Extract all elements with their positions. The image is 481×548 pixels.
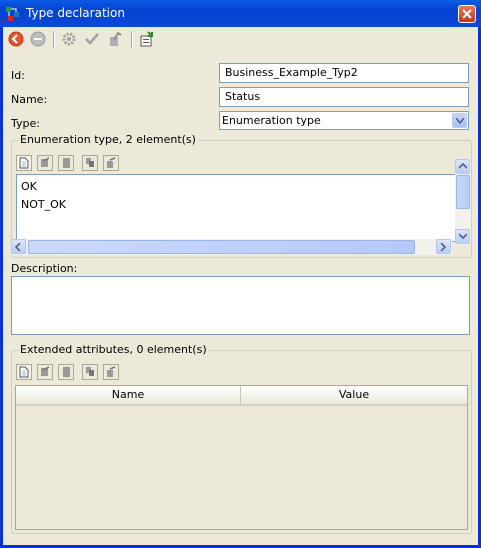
dialog-window: Type declaration Id: Business_Example_Ty… (0, 0, 481, 548)
stop-icon (30, 31, 46, 47)
description-label: Description: (11, 262, 78, 275)
copy-icon (86, 158, 94, 167)
toolbar (3, 27, 478, 53)
toolbar-separator (131, 31, 133, 48)
new-document-icon (19, 366, 29, 378)
type-select-value: Enumeration type (222, 114, 321, 127)
apply-icon (110, 31, 122, 46)
enumeration-horizontal-scrollbar[interactable] (11, 239, 452, 255)
copy-icon (86, 367, 94, 376)
enumeration-group-title: Enumeration type, 2 element(s) (18, 133, 198, 146)
window-title: Type declaration (26, 6, 125, 20)
attr-delete-button[interactable] (58, 364, 74, 380)
name-field[interactable]: Status (219, 87, 469, 107)
enumeration-list[interactable]: OK NOT_OK (16, 174, 467, 242)
attributes-table-header: Name Value (16, 386, 467, 406)
list-item[interactable]: NOT_OK (21, 198, 66, 211)
title-bar[interactable]: Type declaration (0, 0, 481, 27)
enum-copy-button[interactable] (82, 155, 98, 171)
check-icon (85, 33, 99, 45)
scroll-up-button[interactable] (455, 159, 470, 174)
attr-edit-button[interactable] (37, 364, 53, 380)
settings-button[interactable] (59, 29, 79, 49)
scroll-down-button[interactable] (455, 229, 470, 244)
scroll-thumb[interactable] (28, 240, 415, 254)
enum-move-button[interactable] (103, 155, 119, 171)
extended-attributes-toolbar (16, 364, 136, 380)
new-document-icon (19, 157, 29, 169)
chevron-down-icon[interactable] (452, 113, 467, 128)
delete-icon (63, 367, 70, 377)
id-field[interactable]: Business_Example_Typ2 (219, 63, 469, 83)
edit-icon (41, 157, 50, 167)
enumeration-toolbar (16, 155, 136, 171)
name-label: Name: (11, 93, 48, 106)
scroll-thumb[interactable] (456, 175, 470, 209)
attributes-table[interactable]: Name Value (15, 385, 468, 530)
export-button[interactable] (137, 29, 157, 49)
delete-icon (63, 158, 70, 168)
column-header-name[interactable]: Name (16, 386, 241, 404)
list-item[interactable]: OK (21, 180, 37, 193)
move-icon (107, 157, 116, 168)
attr-new-button[interactable] (16, 364, 32, 380)
chevron-left-icon (15, 243, 21, 251)
id-label: Id: (11, 69, 25, 82)
close-icon (462, 9, 472, 19)
scroll-left-button[interactable] (11, 239, 26, 254)
export-icon (140, 31, 153, 47)
attr-copy-button[interactable] (82, 364, 98, 380)
column-header-value[interactable]: Value (241, 386, 467, 404)
app-icon (5, 6, 21, 22)
back-icon (8, 31, 24, 47)
back-button[interactable] (6, 29, 26, 49)
extended-attributes-title: Extended attributes, 0 element(s) (18, 343, 209, 356)
chevron-up-icon (459, 163, 467, 169)
enum-delete-button[interactable] (58, 155, 74, 171)
extended-attributes-group: Extended attributes, 0 element(s) Name V… (11, 343, 472, 534)
enum-edit-button[interactable] (37, 155, 53, 171)
type-select[interactable]: Enumeration type (219, 111, 469, 130)
chevron-right-icon (440, 243, 446, 251)
settings-icon (62, 32, 76, 46)
chevron-down-icon (459, 233, 467, 239)
check-button[interactable] (82, 29, 102, 49)
edit-icon (41, 366, 50, 376)
scroll-right-button[interactable] (436, 239, 451, 254)
description-textarea[interactable] (11, 276, 470, 335)
type-label: Type: (11, 117, 40, 130)
enum-new-button[interactable] (16, 155, 32, 171)
dialog-body: Id: Business_Example_Typ2 Name: Status T… (3, 27, 478, 545)
stop-button[interactable] (28, 29, 48, 49)
enumeration-vertical-scrollbar[interactable] (455, 159, 471, 245)
toolbar-separator (53, 31, 55, 48)
close-button[interactable] (458, 5, 476, 23)
move-icon (107, 366, 116, 377)
apply-button[interactable] (105, 29, 125, 49)
attr-move-button[interactable] (103, 364, 119, 380)
